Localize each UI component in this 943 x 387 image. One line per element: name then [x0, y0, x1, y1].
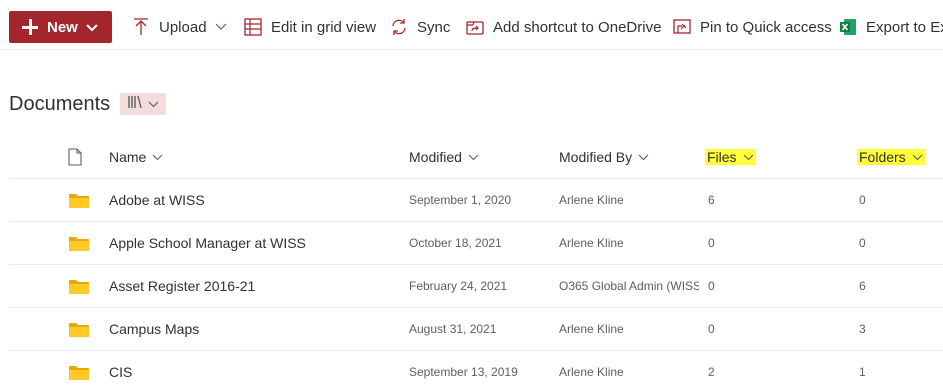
document-icon [68, 148, 82, 169]
row-files: 2 [708, 365, 715, 379]
row-modified: August 31, 2021 [409, 322, 497, 336]
row-modified-by[interactable]: O365 Global Admin (WISS [559, 279, 699, 293]
list-row[interactable]: Apple School Manager at WISS October 18,… [9, 222, 943, 265]
row-modified: February 24, 2021 [409, 279, 508, 293]
chevron-down-icon [743, 154, 754, 161]
sync-label: Sync [417, 18, 451, 36]
row-folders: 0 [859, 236, 866, 250]
column-header-folders[interactable]: Folders [857, 149, 925, 165]
file-type-column-header[interactable] [68, 148, 82, 169]
row-files: 0 [708, 279, 715, 293]
add-shortcut-button[interactable]: Add shortcut to OneDrive [465, 12, 661, 42]
row-folders: 6 [859, 279, 866, 293]
row-name-link[interactable]: CIS [109, 364, 132, 380]
row-name-link[interactable]: Asset Register 2016-21 [109, 278, 255, 294]
folder-icon [69, 236, 89, 254]
excel-icon [838, 17, 858, 37]
shortcut-label: Add shortcut to OneDrive [493, 18, 662, 36]
row-folders: 1 [859, 365, 866, 379]
export-label: Export to Exc [866, 18, 943, 36]
row-name-link[interactable]: Apple School Manager at WISS [109, 235, 306, 251]
upload-label: Upload [159, 18, 207, 36]
row-modified-by[interactable]: Arlene Kline [559, 193, 699, 207]
document-list: Name Modified Modified By Files Folders … [9, 136, 943, 387]
chevron-down-icon [638, 154, 649, 161]
library-view-icon [127, 95, 144, 114]
new-button-label: New [47, 18, 78, 36]
pin-icon [672, 17, 692, 37]
folder-icon [69, 365, 89, 383]
folder-icon [69, 279, 89, 297]
column-header-name[interactable]: Name [109, 149, 163, 165]
column-header-files[interactable]: Files [705, 149, 756, 165]
chevron-down-icon [468, 154, 479, 161]
plus-icon [22, 19, 38, 35]
row-files: 6 [708, 193, 715, 207]
row-modified-by[interactable]: Arlene Kline [559, 365, 699, 379]
grid-icon [243, 17, 263, 37]
command-bar: New Upload Edit in grid view Sync Add sh… [0, 0, 943, 50]
column-header-folders-label: Folders [859, 149, 906, 165]
column-header-name-label: Name [109, 149, 147, 165]
row-modified: September 13, 2019 [409, 365, 518, 379]
list-row[interactable]: Adobe at WISS September 1, 2020 Arlene K… [9, 179, 943, 222]
edit-grid-view-button[interactable]: Edit in grid view [243, 12, 376, 42]
row-modified: October 18, 2021 [409, 236, 502, 250]
row-modified-by[interactable]: Arlene Kline [559, 322, 699, 336]
column-header-files-label: Files [707, 149, 737, 165]
list-row[interactable]: CIS September 13, 2019 Arlene Kline 2 1 [9, 351, 943, 387]
row-name-link[interactable]: Adobe at WISS [109, 192, 205, 208]
chevron-down-icon [215, 23, 227, 31]
chevron-down-icon [86, 19, 98, 36]
row-modified: September 1, 2020 [409, 193, 512, 207]
view-switcher[interactable] [120, 93, 166, 115]
row-name-link[interactable]: Campus Maps [109, 321, 199, 337]
column-header-modified-by[interactable]: Modified By [559, 149, 649, 165]
folder-icon [69, 193, 89, 211]
upload-button[interactable]: Upload [131, 12, 227, 42]
new-button[interactable]: New [9, 11, 112, 43]
pin-quick-access-button[interactable]: Pin to Quick access [672, 12, 832, 42]
list-row[interactable]: Asset Register 2016-21 February 24, 2021… [9, 265, 943, 308]
row-files: 0 [708, 322, 715, 336]
chevron-down-icon [152, 154, 163, 161]
column-header-modified-label: Modified [409, 149, 462, 165]
list-header: Name Modified Modified By Files Folders [9, 136, 943, 179]
sync-icon [389, 17, 409, 37]
export-excel-button[interactable]: Export to Exc [838, 12, 943, 42]
row-folders: 3 [859, 322, 866, 336]
library-title: Documents [9, 93, 111, 115]
shortcut-icon [465, 17, 485, 37]
column-header-modified-by-label: Modified By [559, 149, 633, 165]
list-row[interactable]: Campus Maps August 31, 2021 Arlene Kline… [9, 308, 943, 351]
chevron-down-icon [912, 154, 923, 161]
pin-label: Pin to Quick access [700, 18, 832, 36]
upload-arrow-icon [131, 17, 151, 37]
row-files: 0 [708, 236, 715, 250]
row-modified-by[interactable]: Arlene Kline [559, 236, 699, 250]
folder-icon [69, 322, 89, 340]
sync-button[interactable]: Sync [389, 12, 450, 42]
chevron-down-icon [148, 95, 159, 113]
row-folders: 0 [859, 193, 866, 207]
grid-label: Edit in grid view [271, 18, 377, 36]
column-header-modified[interactable]: Modified [409, 149, 479, 165]
